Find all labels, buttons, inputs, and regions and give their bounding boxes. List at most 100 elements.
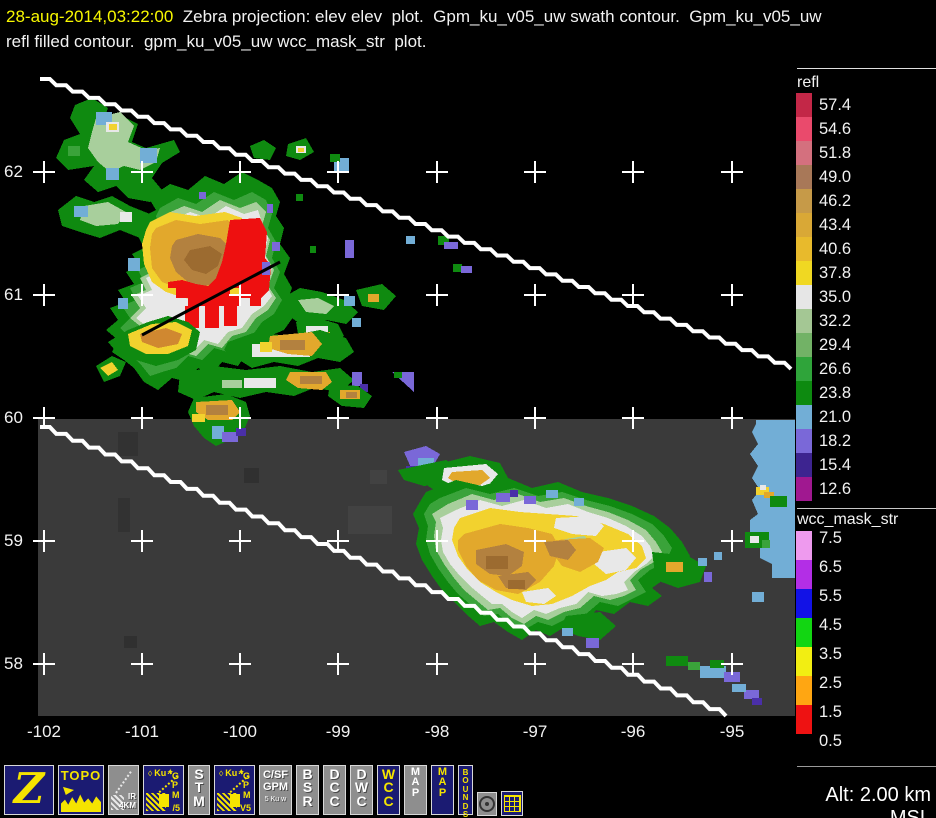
header-status-bar: 28-aug-2014,03:22:00 Zebra projection: e… xyxy=(0,0,936,60)
color-swatch xyxy=(796,405,812,429)
latitude-label: 61 xyxy=(4,285,23,304)
longitude-label: -97 xyxy=(522,722,548,741)
plot-description-line1: Zebra projection: elev elev plot. Gpm_ku… xyxy=(173,7,822,26)
colorbar-entry: 7.5 xyxy=(796,529,842,560)
longitude-label: -96 xyxy=(620,722,646,741)
color-swatch xyxy=(796,261,812,285)
colorbar-entry: 51.8 xyxy=(796,141,851,165)
ku5-suffix: /5 xyxy=(172,803,180,813)
legend-panel: refl 57.4 54.6 51.8 49.0 46.2 43.4 40.6 … xyxy=(795,60,936,818)
longitude-label: -102 xyxy=(26,722,62,741)
colorbar-entry: 6.5 xyxy=(796,558,842,589)
colorbar-value: 23.8 xyxy=(819,383,852,402)
stm-label: STM xyxy=(193,766,205,809)
colorbar-entry: 23.8 xyxy=(796,381,851,405)
bsr-label: BSR xyxy=(302,766,313,809)
map-button-1[interactable]: MAP xyxy=(404,765,427,815)
map-button-2[interactable]: MAP xyxy=(431,765,454,815)
grid-icon xyxy=(503,795,521,812)
color-swatch xyxy=(796,285,812,309)
refl-colorbar-title: refl xyxy=(797,74,820,91)
plot-description-line2: refl filled contour. gpm_ku_v05_uw wcc_m… xyxy=(6,32,427,51)
dcc-label: DCC xyxy=(329,766,340,809)
stm-button[interactable]: STM xyxy=(188,765,210,815)
dcc-button[interactable]: DCC xyxy=(323,765,346,815)
colorbar-value: 12.6 xyxy=(819,479,852,498)
color-swatch xyxy=(796,237,812,261)
colorbar-bottom-value: 0.5 xyxy=(819,732,842,750)
csf-label: C/SF xyxy=(262,769,289,781)
latitude-label: 60 xyxy=(4,408,23,427)
colorbar-value: 4.5 xyxy=(819,616,842,634)
color-swatch xyxy=(796,189,812,213)
color-swatch xyxy=(796,93,812,117)
grid-button[interactable] xyxy=(501,791,523,816)
toolbar: Z TOPO IR 4KM Ku ✦ GPM /5 STM Ku ✦ xyxy=(0,765,936,818)
colorbar-value: 43.4 xyxy=(819,215,852,234)
wcc-colorbar: 7.5 6.5 5.5 4.5 3.5 2.5 1.5 xyxy=(796,529,842,734)
csf-gpm-button[interactable]: C/SF GPM 5 Ku w xyxy=(259,765,292,815)
longitude-label: -100 xyxy=(222,722,258,741)
ku-gpm-5-button[interactable]: Ku ✦ GPM /5 xyxy=(143,765,184,815)
colorbar-value: 18.2 xyxy=(819,431,852,450)
ir-4km-button[interactable]: IR 4KM xyxy=(108,765,139,815)
colorbar-entry: 37.8 xyxy=(796,261,851,285)
beam-icon xyxy=(115,771,132,794)
colorbar-entry: 43.4 xyxy=(796,213,851,237)
color-swatch xyxy=(796,477,812,501)
topo-label: TOPO xyxy=(60,768,102,783)
color-swatch xyxy=(796,531,812,560)
gpm-label: GPM xyxy=(262,781,289,793)
colorbar-value: 35.0 xyxy=(819,287,852,306)
longitude-label: -98 xyxy=(424,722,450,741)
bsr-button[interactable]: BSR xyxy=(296,765,319,815)
radar-map-canvas[interactable] xyxy=(0,60,795,765)
colorbar-entry: 57.4 xyxy=(796,93,851,117)
map-label: MAP xyxy=(437,766,448,799)
color-swatch xyxy=(796,381,812,405)
mountains-icon xyxy=(61,794,101,812)
bounds-button[interactable]: BOUNDS xyxy=(458,765,473,818)
latitude-label: 62 xyxy=(4,162,23,181)
colorbar-entry: 32.2 xyxy=(796,309,851,333)
topo-button[interactable]: TOPO xyxy=(58,765,104,815)
colorbar-entry: 18.2 xyxy=(796,429,851,453)
zebra-logo-button[interactable]: Z xyxy=(4,765,54,815)
wcc-label: WCC xyxy=(381,766,396,809)
colorbar-entry: 29.4 xyxy=(796,333,851,357)
colorbar-value: 21.0 xyxy=(819,407,852,426)
dwc-button[interactable]: DWC xyxy=(350,765,373,815)
color-swatch xyxy=(796,213,812,237)
target-button[interactable] xyxy=(477,792,497,816)
colorbar-value: 51.8 xyxy=(819,143,852,162)
map-label: MAP xyxy=(410,766,421,799)
colorbar-value: 40.6 xyxy=(819,239,852,258)
satellite-dish-icon xyxy=(63,786,74,795)
colorbar-entry: 46.2 xyxy=(796,189,851,213)
storm-cell-upper xyxy=(56,98,414,446)
colorbar-entry: 12.6 xyxy=(796,477,851,501)
colorbar-entry: 35.0 xyxy=(796,285,851,309)
color-swatch xyxy=(796,141,812,165)
latitude-label: 59 xyxy=(4,531,23,550)
colorbar-value: 2.5 xyxy=(819,674,842,692)
color-swatch xyxy=(796,429,812,453)
colorbar-value: 5.5 xyxy=(819,587,842,605)
color-swatch xyxy=(796,309,812,333)
colorbar-value: 49.0 xyxy=(819,167,852,186)
color-swatch xyxy=(796,333,812,357)
colorbar-value: 29.4 xyxy=(819,335,852,354)
colorbar-entry: 40.6 xyxy=(796,237,851,261)
color-swatch xyxy=(796,705,812,734)
wcc-colorbar-title: wcc_mask_str xyxy=(797,511,899,528)
color-swatch xyxy=(796,589,812,618)
gpm-label: GPM xyxy=(172,771,180,800)
latitude-label: 58 xyxy=(4,654,23,673)
longitude-label: -99 xyxy=(325,722,351,741)
legend-divider-top xyxy=(797,68,936,69)
wcc-button[interactable]: WCC xyxy=(377,765,400,815)
ku-gpm-v5-button[interactable]: Ku ✦ GPM V5 xyxy=(214,765,255,815)
color-swatch xyxy=(796,117,812,141)
color-swatch xyxy=(796,618,812,647)
kuv5-suffix: V5 xyxy=(239,803,251,813)
